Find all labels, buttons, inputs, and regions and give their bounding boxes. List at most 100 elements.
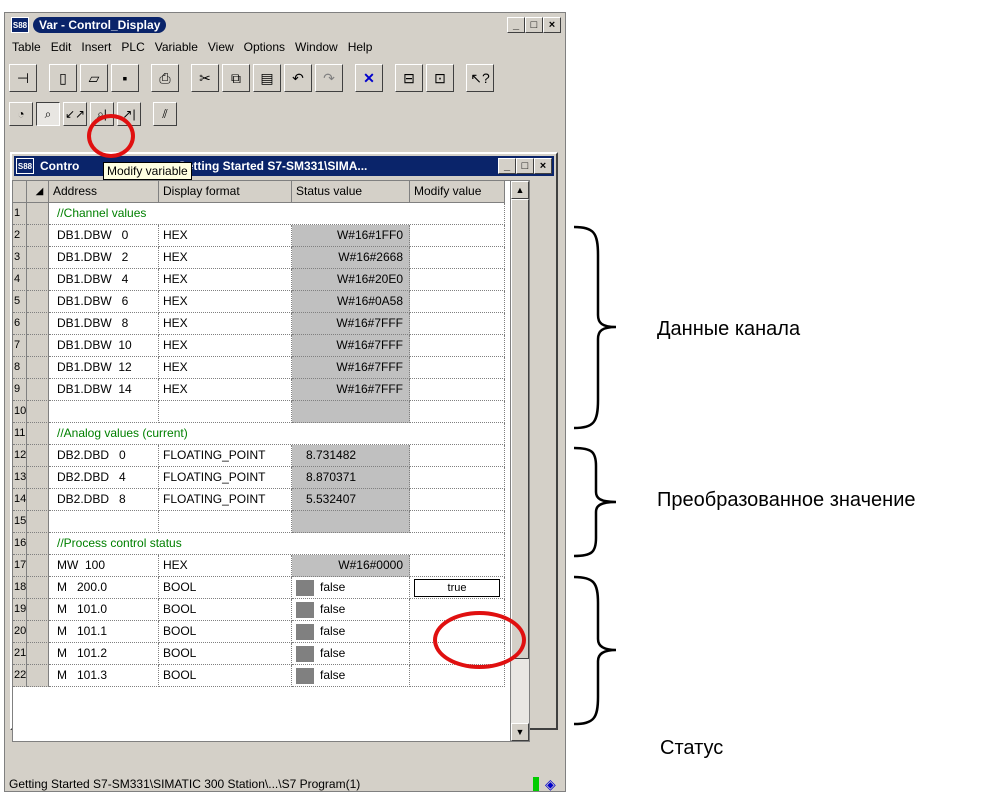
- format-cell[interactable]: HEX: [159, 247, 292, 269]
- online-icon[interactable]: ⊟: [395, 64, 423, 92]
- menu-insert[interactable]: Insert: [76, 40, 116, 54]
- table-row[interactable]: 1 //Channel values: [13, 203, 529, 225]
- address-cell[interactable]: DB1.DBW 14: [49, 379, 159, 401]
- table-row[interactable]: 10: [13, 401, 529, 423]
- help-icon[interactable]: ↖?: [466, 64, 494, 92]
- format-cell[interactable]: [159, 401, 292, 423]
- row-marker[interactable]: [27, 511, 49, 533]
- comment-cell[interactable]: //Analog values (current): [49, 423, 505, 445]
- format-cell[interactable]: HEX: [159, 291, 292, 313]
- table-row[interactable]: 16 //Process control status: [13, 533, 529, 555]
- table-row[interactable]: 12 DB2.DBD 0 FLOATING_POINT 8.731482: [13, 445, 529, 467]
- col-format[interactable]: Display format: [159, 181, 292, 203]
- address-cell[interactable]: DB2.DBD 0: [49, 445, 159, 467]
- modify-cell[interactable]: [410, 511, 505, 533]
- row-marker[interactable]: [27, 379, 49, 401]
- table-row[interactable]: 22 M 101.3 BOOL false: [13, 665, 529, 687]
- comment-cell[interactable]: //Process control status: [49, 533, 505, 555]
- format-cell[interactable]: HEX: [159, 555, 292, 577]
- child-close-button[interactable]: ×: [534, 158, 552, 174]
- table-row[interactable]: 9 DB1.DBW 14 HEX W#16#7FFF: [13, 379, 529, 401]
- address-cell[interactable]: M 101.2: [49, 643, 159, 665]
- child-maximize-button[interactable]: □: [516, 158, 534, 174]
- new-icon[interactable]: ▯: [49, 64, 77, 92]
- row-marker[interactable]: [27, 643, 49, 665]
- pin-icon[interactable]: ⊣: [9, 64, 37, 92]
- table-row[interactable]: 5 DB1.DBW 6 HEX W#16#0A58: [13, 291, 529, 313]
- menu-variable[interactable]: Variable: [150, 40, 203, 54]
- address-cell[interactable]: DB2.DBD 4: [49, 467, 159, 489]
- format-cell[interactable]: HEX: [159, 225, 292, 247]
- row-marker[interactable]: [27, 313, 49, 335]
- address-cell[interactable]: M 200.0: [49, 577, 159, 599]
- table-row[interactable]: 13 DB2.DBD 4 FLOATING_POINT 8.870371: [13, 467, 529, 489]
- modify-icon[interactable]: ↙↗: [63, 102, 87, 126]
- row-marker[interactable]: [27, 577, 49, 599]
- undo-icon[interactable]: ↶: [284, 64, 312, 92]
- minimize-button[interactable]: _: [507, 17, 525, 33]
- address-cell[interactable]: DB2.DBD 8: [49, 489, 159, 511]
- row-marker[interactable]: [27, 621, 49, 643]
- format-cell[interactable]: HEX: [159, 313, 292, 335]
- disconnect-icon[interactable]: ⊡: [426, 64, 454, 92]
- table-row[interactable]: 11 //Analog values (current): [13, 423, 529, 445]
- row-marker[interactable]: [27, 489, 49, 511]
- menu-table[interactable]: Table: [7, 40, 46, 54]
- row-marker[interactable]: [27, 203, 49, 225]
- comment-cell[interactable]: //Channel values: [49, 203, 505, 225]
- scroll-thumb[interactable]: [511, 199, 529, 659]
- format-cell[interactable]: BOOL: [159, 643, 292, 665]
- col-status[interactable]: Status value: [292, 181, 410, 203]
- table-row[interactable]: 6 DB1.DBW 8 HEX W#16#7FFF: [13, 313, 529, 335]
- modify-value-input[interactable]: true: [414, 579, 500, 597]
- copy-icon[interactable]: ⧉: [222, 64, 250, 92]
- address-cell[interactable]: [49, 401, 159, 423]
- child-minimize-button[interactable]: _: [498, 158, 516, 174]
- table-row[interactable]: 7 DB1.DBW 10 HEX W#16#7FFF: [13, 335, 529, 357]
- modify-cell[interactable]: [410, 247, 505, 269]
- modify-cell[interactable]: [410, 489, 505, 511]
- format-cell[interactable]: HEX: [159, 357, 292, 379]
- force-icon[interactable]: ⫽: [153, 102, 177, 126]
- table-row[interactable]: 15: [13, 511, 529, 533]
- address-cell[interactable]: DB1.DBW 12: [49, 357, 159, 379]
- menu-window[interactable]: Window: [290, 40, 343, 54]
- row-marker[interactable]: [27, 533, 49, 555]
- format-cell[interactable]: HEX: [159, 335, 292, 357]
- col-address[interactable]: Address: [49, 181, 159, 203]
- menu-options[interactable]: Options: [239, 40, 290, 54]
- save-icon[interactable]: ▪: [111, 64, 139, 92]
- modify-cell[interactable]: [410, 313, 505, 335]
- address-cell[interactable]: [49, 511, 159, 533]
- title-bar[interactable]: S88 Var - Control_Display _ □ ×: [7, 15, 563, 35]
- address-cell[interactable]: DB1.DBW 8: [49, 313, 159, 335]
- scroll-up-icon[interactable]: ▲: [511, 181, 529, 199]
- menu-help[interactable]: Help: [343, 40, 378, 54]
- modify-cell[interactable]: [410, 379, 505, 401]
- print-icon[interactable]: ⎙: [151, 64, 179, 92]
- row-marker[interactable]: [27, 269, 49, 291]
- row-marker[interactable]: [27, 225, 49, 247]
- modify-cell[interactable]: [410, 335, 505, 357]
- format-cell[interactable]: HEX: [159, 379, 292, 401]
- menu-view[interactable]: View: [203, 40, 239, 54]
- row-marker[interactable]: [27, 599, 49, 621]
- modify-cell[interactable]: [410, 665, 505, 687]
- address-cell[interactable]: DB1.DBW 0: [49, 225, 159, 247]
- row-marker[interactable]: [27, 357, 49, 379]
- menu-edit[interactable]: Edit: [46, 40, 77, 54]
- close-button[interactable]: ×: [543, 17, 561, 33]
- address-cell[interactable]: M 101.3: [49, 665, 159, 687]
- col-modify[interactable]: Modify value: [410, 181, 505, 203]
- format-cell[interactable]: FLOATING_POINT: [159, 445, 292, 467]
- row-marker[interactable]: [27, 401, 49, 423]
- format-cell[interactable]: BOOL: [159, 665, 292, 687]
- child-title-bar[interactable]: S88 Contro Getting Started S7-SM331\SIMA…: [14, 156, 554, 176]
- monitor-icon[interactable]: ⌕: [36, 102, 60, 126]
- table-row[interactable]: 14 DB2.DBD 8 FLOATING_POINT 5.532407: [13, 489, 529, 511]
- row-marker[interactable]: [27, 291, 49, 313]
- table-row[interactable]: 2 DB1.DBW 0 HEX W#16#1FF0: [13, 225, 529, 247]
- redo-icon[interactable]: ↷: [315, 64, 343, 92]
- open-icon[interactable]: ▱: [80, 64, 108, 92]
- format-cell[interactable]: HEX: [159, 269, 292, 291]
